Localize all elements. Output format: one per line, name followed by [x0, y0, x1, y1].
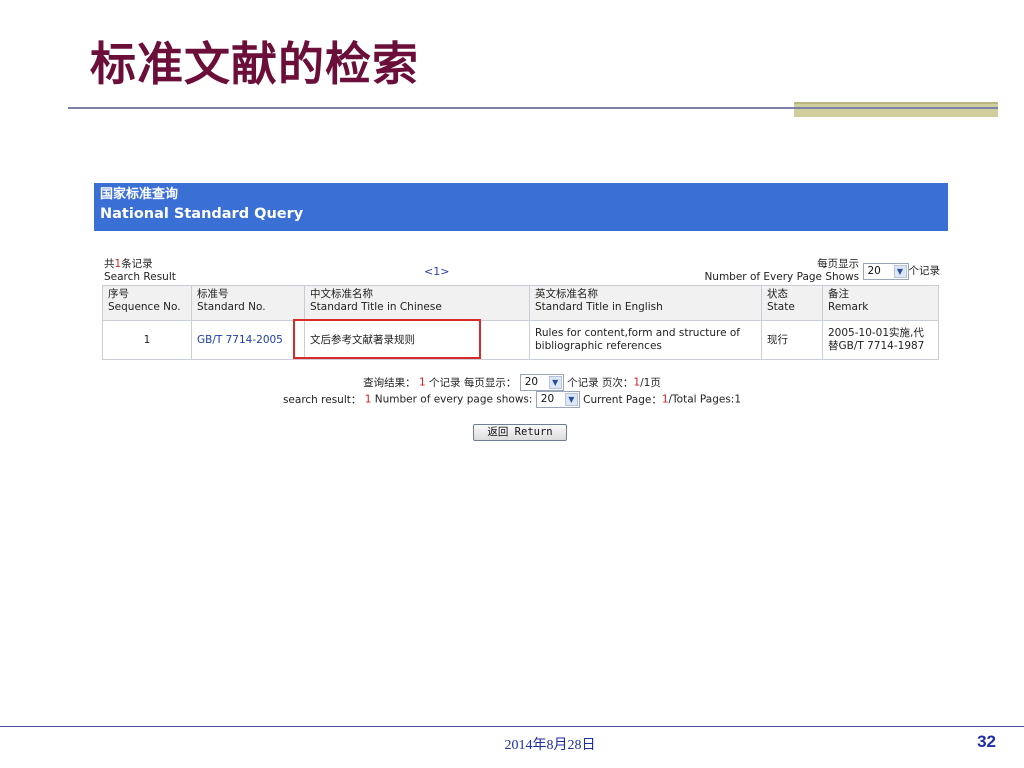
header-en: Remark	[828, 301, 869, 313]
results-table: 序号 Sequence No. 标准号 Standard No. 中文标准名称 Sta…	[102, 285, 939, 360]
title-accent-bar	[794, 102, 998, 117]
header-en: Standard Title in Chinese	[310, 301, 442, 313]
header-zh: 标准号	[197, 288, 229, 300]
footer-per-page-select[interactable]: 20 ▼	[519, 374, 564, 391]
footer-per-page-select-en[interactable]: 20 ▼	[535, 391, 580, 408]
per-page-label-zh: 每页显示	[817, 258, 860, 270]
header-zh: 备注	[828, 288, 849, 300]
per-page-select[interactable]: 20 ▼	[862, 262, 909, 280]
chevron-down-icon[interactable]: ▼	[893, 264, 907, 278]
result-count: 共1条记录 Search Result	[104, 258, 176, 284]
query-result-count: 1	[419, 376, 426, 389]
header-zh: 英文标准名称	[535, 288, 598, 300]
slide-date: 2014年8月28日	[504, 738, 596, 753]
title-en-cell: Rules for content,form and structure of …	[529, 320, 762, 360]
footer-divider	[0, 726, 1024, 727]
page-total: /1页	[640, 377, 661, 389]
per-page-select-value: 20	[867, 264, 881, 277]
header-cell: 标准号 Standard No.	[191, 285, 305, 321]
header-en: State	[767, 301, 795, 313]
query-result-label: 查询结果：	[363, 377, 416, 389]
slide-page-number: 32	[977, 732, 996, 751]
result-bar: 共1条记录 Search Result <1> 每页显示 Number of E…	[104, 258, 940, 284]
per-page-label: 每页显示 Number of Every Page Shows	[704, 258, 859, 284]
footer-pager-zh: 查询结果： 1 个记录 每页显示： 20 ▼ 个记录 页次：1/1页	[0, 374, 1024, 391]
header-en: Standard Title in English	[535, 301, 663, 313]
header-cell: 序号 Sequence No.	[102, 285, 192, 321]
panel-header: 国家标准查询 National Standard Query	[94, 183, 948, 231]
panel-title-en: National Standard Query	[100, 206, 304, 222]
header-en: Standard No.	[197, 301, 266, 313]
page-label: 页次：	[601, 377, 634, 389]
highlight-box	[293, 319, 481, 359]
total-pages: /Total Pages:1	[668, 393, 742, 406]
header-cell: 备注 Remark	[822, 285, 939, 321]
header-zh: 中文标准名称	[310, 288, 373, 300]
result-count-prefix: 共	[104, 258, 115, 270]
table-row: 1 GB/T 7714-2005 文后参考文献著录规则 Rules for co…	[102, 320, 939, 360]
per-page-unit: 个记录	[908, 265, 941, 277]
select-value: 20	[540, 393, 555, 405]
pager-link[interactable]: <1>	[424, 265, 449, 278]
footer-pager-en: search result： 1 Number of every page sh…	[0, 391, 1024, 408]
seq-cell: 1	[102, 320, 192, 360]
current-page-label: Current Page：	[583, 394, 662, 406]
current-page-value: 1	[661, 393, 669, 406]
table-header-row: 序号 Sequence No. 标准号 Standard No. 中文标准名称 Sta…	[102, 285, 939, 321]
records-label: 个记录	[567, 377, 599, 389]
records-label: 个记录	[429, 377, 461, 389]
state-cell: 现行	[761, 320, 823, 360]
result-count-en: Search Result	[104, 271, 176, 283]
panel-title-zh: 国家标准查询	[100, 187, 179, 202]
search-result-count: 1	[364, 393, 372, 406]
header-en: Sequence No.	[108, 301, 181, 313]
per-page-en-label: Number of every page shows:	[374, 393, 533, 406]
chevron-down-icon[interactable]: ▼	[548, 376, 562, 389]
return-button[interactable]: 返回 Return	[473, 424, 567, 441]
header-cell: 状态 State	[761, 285, 823, 321]
header-cell: 中文标准名称 Standard Title in Chinese	[304, 285, 530, 321]
title-divider	[68, 107, 998, 109]
header-zh: 序号	[108, 288, 129, 300]
search-result-label: search result：	[282, 394, 362, 406]
standard-no-link[interactable]: GB/T 7714-2005	[191, 320, 305, 360]
per-page-label: 每页显示：	[463, 377, 517, 389]
chevron-down-icon[interactable]: ▼	[564, 393, 578, 406]
remark-cell: 2005-10-01实施,代替GB/T 7714-1987	[822, 320, 939, 360]
result-count-suffix: 条记录	[121, 258, 153, 270]
slide-title: 标准文献的检索	[90, 37, 419, 91]
header-zh: 状态	[767, 288, 788, 300]
per-page-label-en: Number of Every Page Shows	[704, 271, 860, 283]
per-page-control: 每页显示 Number of Every Page Shows 20 ▼ 个记录	[704, 258, 940, 284]
query-panel: 国家标准查询 National Standard Query	[94, 183, 948, 231]
select-value: 20	[524, 376, 539, 388]
header-cell: 英文标准名称 Standard Title in English	[529, 285, 762, 321]
